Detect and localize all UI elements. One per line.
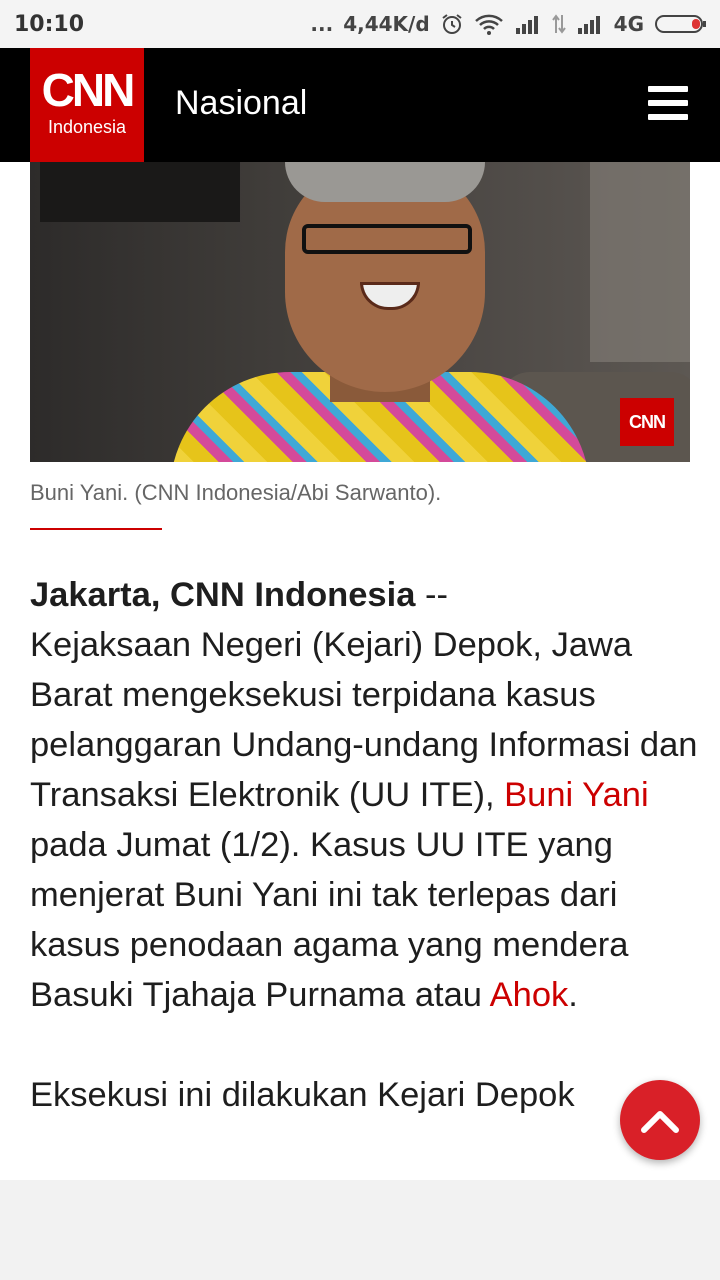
status-time: 10:10: [14, 11, 85, 37]
dateline: Jakarta, CNN Indonesia: [30, 576, 416, 614]
photo-caption: Buni Yani. (CNN Indonesia/Abi Sarwanto).: [30, 480, 442, 505]
photo-cnn-badge: CNN: [620, 398, 674, 446]
cnn-indonesia-logo[interactable]: CNN Indonesia: [30, 48, 144, 162]
scroll-to-top-button[interactable]: [620, 1080, 700, 1160]
tag-link-ahok[interactable]: Ahok: [490, 976, 569, 1014]
network-type: 4G: [613, 12, 644, 36]
status-icons: ... 4,44K/d 4G: [310, 12, 708, 36]
logo-sub-text: Indonesia: [47, 117, 127, 137]
status-speed: 4,44K/d: [343, 12, 430, 36]
signal-icon: [514, 14, 542, 34]
status-dots: ...: [310, 12, 334, 36]
site-header: CNN Indonesia Nasional: [0, 48, 720, 162]
bottom-blank-area: [0, 1180, 720, 1280]
battery-icon: [654, 13, 708, 35]
caption-divider: [30, 528, 162, 530]
dateline-dash: --: [415, 576, 448, 614]
tag-link-buni-yani[interactable]: Buni Yani: [504, 776, 649, 814]
signal-icon-2: [576, 14, 604, 34]
data-arrows-icon: [551, 13, 566, 35]
alarm-icon: [440, 12, 464, 36]
article-photo: CNN: [30, 162, 690, 462]
paragraph-1-part-c: .: [568, 976, 578, 1014]
wifi-icon: [474, 13, 504, 35]
status-bar: 10:10 ... 4,44K/d 4G: [0, 0, 720, 48]
article-body: Jakarta, CNN Indonesia -- Kejaksaan Neger…: [30, 570, 700, 1120]
hamburger-menu-icon[interactable]: [648, 86, 692, 124]
article-paragraph-2: Eksekusi ini dilakukan Kejari Depok: [30, 1076, 575, 1114]
section-title[interactable]: Nasional: [175, 78, 307, 128]
logo-main-text: CNN: [41, 64, 136, 116]
chevron-up-icon: [641, 1111, 679, 1133]
article-paragraph-1: Jakarta, CNN Indonesia -- Kejaksaan Neger…: [30, 570, 700, 1020]
